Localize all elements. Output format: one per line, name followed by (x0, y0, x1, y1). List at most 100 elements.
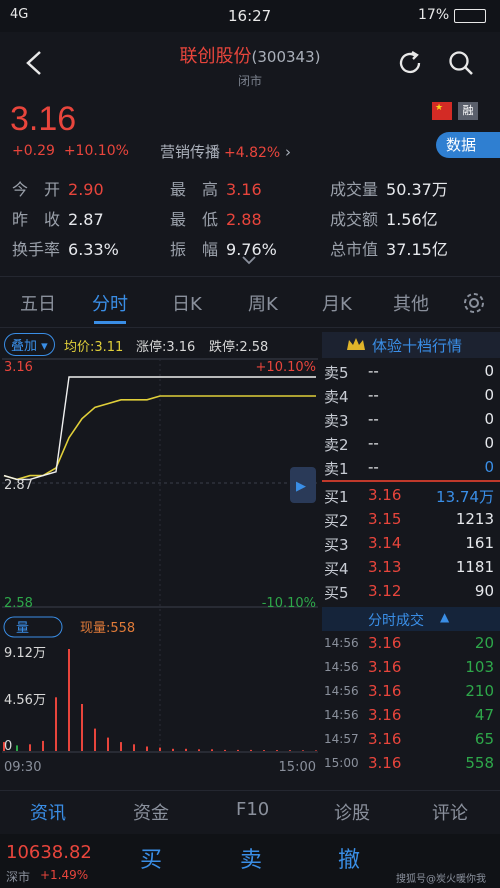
tick-volume: 210 (465, 682, 494, 700)
china-flag-icon: ★ (432, 102, 452, 120)
stock-title: 联创股份(300343) (0, 42, 500, 68)
stat-value: 6.33% (68, 240, 119, 259)
change-amount: +0.29 (12, 143, 55, 159)
volume-bar (276, 750, 278, 751)
sell-button[interactable]: 卖 (240, 842, 262, 874)
nav-news[interactable]: 资讯 (30, 799, 66, 825)
bid-label: 买2 (324, 512, 349, 530)
expand-chevron-icon[interactable] (242, 255, 256, 265)
bid-row: 买5 3.12 90 (322, 580, 500, 604)
bid-row: 买4 3.13 1181 (322, 556, 500, 580)
tab-daily-k[interactable]: 日K (172, 290, 202, 316)
tab-weekly-k[interactable]: 周K (248, 290, 278, 316)
tick-time: 14:56 (324, 636, 359, 650)
stat-value: 37.15亿 (386, 240, 448, 259)
time-axis-start: 09:30 (4, 760, 41, 775)
bid-price: 3.16 (368, 486, 402, 504)
ticks-title: 分时成交 (368, 613, 424, 629)
bid-row: 买3 3.14 161 (322, 532, 500, 556)
pct-axis-top: +10.10% (256, 360, 316, 375)
ask-price: -- (368, 410, 379, 428)
tab-five-day[interactable]: 五日 (20, 290, 56, 316)
tab-monthly-k[interactable]: 月K (322, 290, 352, 316)
tick-time: 14:56 (324, 708, 359, 722)
ask-row: 卖5 -- 0 (322, 360, 500, 384)
price-axis-bottom: 2.58 (4, 596, 33, 611)
tab-other[interactable]: 其他 (393, 290, 429, 316)
stat-value: 2.90 (68, 180, 104, 199)
status-time: 16:27 (228, 7, 272, 25)
watermark-credit: 搜狐号@炭火暖你我 (396, 874, 486, 885)
gear-icon[interactable] (462, 291, 486, 315)
buy-button[interactable]: 买 (140, 842, 162, 874)
sector-link[interactable]: 营销传播 +4.82% › (160, 141, 291, 162)
tick-volume: 47 (474, 706, 494, 724)
stat-label: 换手率 (12, 240, 61, 259)
volume-axis-bottom: 0 (4, 739, 12, 754)
data-button[interactable]: 数据 (436, 132, 500, 158)
volume-bar (172, 748, 174, 751)
market-status: 闭市 (237, 74, 262, 88)
volume-axis-top: 9.12万 (4, 646, 46, 661)
ask-volume: 0 (484, 434, 494, 452)
volume-bar (263, 750, 265, 751)
bid-volume: 161 (465, 534, 494, 552)
bid-label: 买1 (324, 488, 349, 506)
ticks-header[interactable]: 分时成交 ▲ (322, 607, 500, 631)
search-icon[interactable] (446, 48, 476, 78)
orderbook-header[interactable]: 体验十档行情 (322, 332, 500, 358)
refresh-icon[interactable] (395, 48, 425, 78)
tick-price: 3.16 (368, 706, 402, 724)
stat-value: 2.87 (68, 210, 104, 229)
index-name: 深市 (6, 870, 31, 884)
tab-intraday[interactable]: 分时 (92, 290, 128, 316)
nav-diagnosis[interactable]: 诊股 (334, 799, 370, 825)
change-percent: +10.10% (63, 143, 129, 159)
ask-volume: 0 (484, 458, 494, 476)
volume-bar (29, 744, 31, 751)
avg-price-line (3, 395, 316, 481)
current-volume-label: 现量:558 (80, 621, 135, 636)
nav-f10[interactable]: F10 (236, 799, 269, 820)
nav-funds[interactable]: 资金 (133, 799, 169, 825)
ask-label: 卖4 (324, 388, 349, 406)
sector-name: 营销传播 (160, 143, 221, 161)
overlay-button[interactable]: 叠加 ▾ (4, 333, 55, 356)
volume-toggle[interactable] (3, 616, 63, 638)
volume-bar (120, 742, 122, 751)
ask-row: 卖1 -- 0 (322, 456, 500, 480)
tick-price: 3.16 (368, 730, 402, 748)
cancel-order-button[interactable]: 撤 (338, 842, 360, 874)
crown-icon (347, 338, 365, 350)
signal-indicator: 4G (10, 7, 29, 22)
ask-price: -- (368, 362, 379, 380)
ask-label: 卖5 (324, 364, 349, 382)
volume-bar (16, 745, 18, 751)
tick-row: 14:56 3.16 103 (322, 656, 500, 680)
ask-volume: 0 (484, 410, 494, 428)
volume-bar (315, 750, 317, 751)
volume-bar (146, 746, 148, 751)
stat-value: 2.88 (226, 210, 262, 229)
tick-price: 3.16 (368, 634, 402, 652)
tick-row: 14:56 3.16 47 (322, 704, 500, 728)
ask-row: 卖2 -- 0 (322, 432, 500, 456)
volume-bar (289, 750, 291, 751)
sector-percent: +4.82% (224, 145, 281, 161)
stock-code: (300343) (251, 48, 321, 66)
stat-prev-close: 昨 收 2.87 (12, 206, 104, 230)
nav-comments[interactable]: 评论 (432, 799, 468, 825)
price-change: +0.29 +10.10% (12, 143, 129, 159)
stat-open: 今 开 2.90 (12, 176, 104, 200)
tick-volume: 65 (474, 730, 494, 748)
stat-label: 最 低 (170, 210, 219, 229)
tick-price: 3.16 (368, 682, 402, 700)
bid-row: 买2 3.15 1213 (322, 508, 500, 532)
volume-bar (107, 737, 109, 751)
volume-bar (211, 749, 213, 751)
price-axis-mid: 2.87 (4, 478, 33, 493)
bid-price: 3.13 (368, 558, 402, 576)
intraday-chart[interactable]: 3.16 +10.10% 2.87 2.58 -10.10% 量 现量:558 … (0, 357, 320, 777)
index-value[interactable]: 10638.82 (6, 842, 92, 863)
volume-bar (55, 697, 57, 751)
